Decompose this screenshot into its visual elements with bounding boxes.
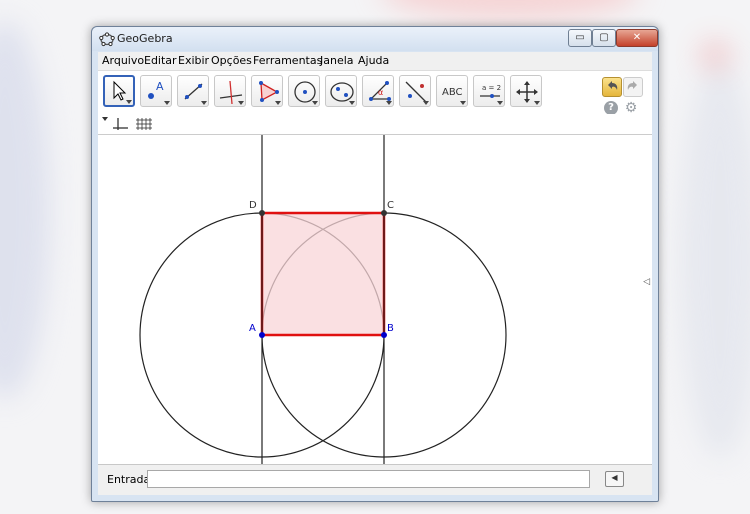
gear-icon[interactable]: ⚙ bbox=[624, 101, 638, 115]
menu-opcoes[interactable]: Opções bbox=[211, 54, 252, 67]
toolbar: A α ABC a = 2 ? ⚙ bbox=[98, 71, 652, 115]
point-label-a: A bbox=[249, 323, 256, 334]
expand-sidebar-icon[interactable]: ◁ bbox=[643, 277, 650, 287]
title-bar[interactable]: GeoGebra ▭ ▢ ✕ bbox=[92, 27, 658, 51]
square-polygon[interactable] bbox=[260, 211, 386, 337]
tool-perpendicular[interactable] bbox=[214, 75, 246, 107]
maximize-button[interactable]: ▢ bbox=[592, 29, 616, 47]
tool-point[interactable]: A bbox=[140, 75, 172, 107]
tool-ellipse[interactable] bbox=[325, 75, 357, 107]
geogebra-window: GeoGebra ▭ ▢ ✕ Arquivo Editar Exibir Opç… bbox=[91, 26, 659, 502]
undo-icon bbox=[608, 81, 618, 90]
menu-ajuda[interactable]: Ajuda bbox=[358, 54, 389, 67]
graphics-view[interactable]: A B C D ◁ bbox=[98, 134, 652, 473]
grid-toggle-icon[interactable] bbox=[136, 118, 152, 130]
app-client-area: Arquivo Editar Exibir Opções Ferramentas… bbox=[98, 52, 652, 495]
window-title: GeoGebra bbox=[117, 32, 173, 45]
point-a[interactable] bbox=[259, 332, 265, 338]
tool-text[interactable]: ABC bbox=[436, 75, 468, 107]
point-d[interactable] bbox=[259, 210, 265, 216]
tool-polygon[interactable] bbox=[251, 75, 283, 107]
slider-tool-label: a = 2 bbox=[482, 84, 501, 92]
tool-move-view[interactable] bbox=[510, 75, 542, 107]
redo-button[interactable] bbox=[623, 77, 643, 97]
menu-ferramentas[interactable]: Ferramentas bbox=[253, 54, 322, 67]
help-icon[interactable]: ? bbox=[604, 101, 618, 115]
menu-janela[interactable]: Janela bbox=[320, 54, 354, 67]
input-field[interactable] bbox=[147, 470, 590, 488]
text-tool-label: ABC bbox=[442, 87, 463, 98]
minimize-button[interactable]: ▭ bbox=[568, 29, 592, 47]
tool-reflect[interactable] bbox=[399, 75, 431, 107]
point-label-c: C bbox=[387, 200, 394, 211]
menu-editar[interactable]: Editar bbox=[144, 54, 177, 67]
redo-icon bbox=[627, 81, 637, 90]
point-label-d: D bbox=[249, 200, 257, 211]
tool-slider[interactable]: a = 2 bbox=[473, 75, 505, 107]
menu-arquivo[interactable]: Arquivo bbox=[102, 54, 144, 67]
point-label-b: B bbox=[387, 323, 394, 334]
undo-button[interactable] bbox=[602, 77, 622, 97]
menu-exibir[interactable]: Exibir bbox=[178, 54, 209, 67]
graphics-style-bar bbox=[98, 114, 652, 134]
tool-move[interactable] bbox=[103, 75, 135, 107]
geometry-canvas[interactable]: A B C D bbox=[98, 135, 652, 473]
input-bar: Entrada: ◀ bbox=[98, 464, 652, 495]
tool-angle[interactable]: α bbox=[362, 75, 394, 107]
axes-toggle-icon[interactable] bbox=[113, 118, 128, 130]
tool-line[interactable] bbox=[177, 75, 209, 107]
geogebra-logo-icon bbox=[99, 32, 115, 47]
angle-symbol: α bbox=[378, 88, 383, 97]
style-bar-toggle-icon[interactable] bbox=[102, 117, 108, 121]
close-button[interactable]: ✕ bbox=[616, 29, 658, 47]
svg-text:A: A bbox=[156, 80, 164, 93]
menu-bar: Arquivo Editar Exibir Opções Ferramentas… bbox=[98, 52, 652, 71]
input-help-button[interactable]: ◀ bbox=[605, 471, 624, 487]
tool-circle[interactable] bbox=[288, 75, 320, 107]
